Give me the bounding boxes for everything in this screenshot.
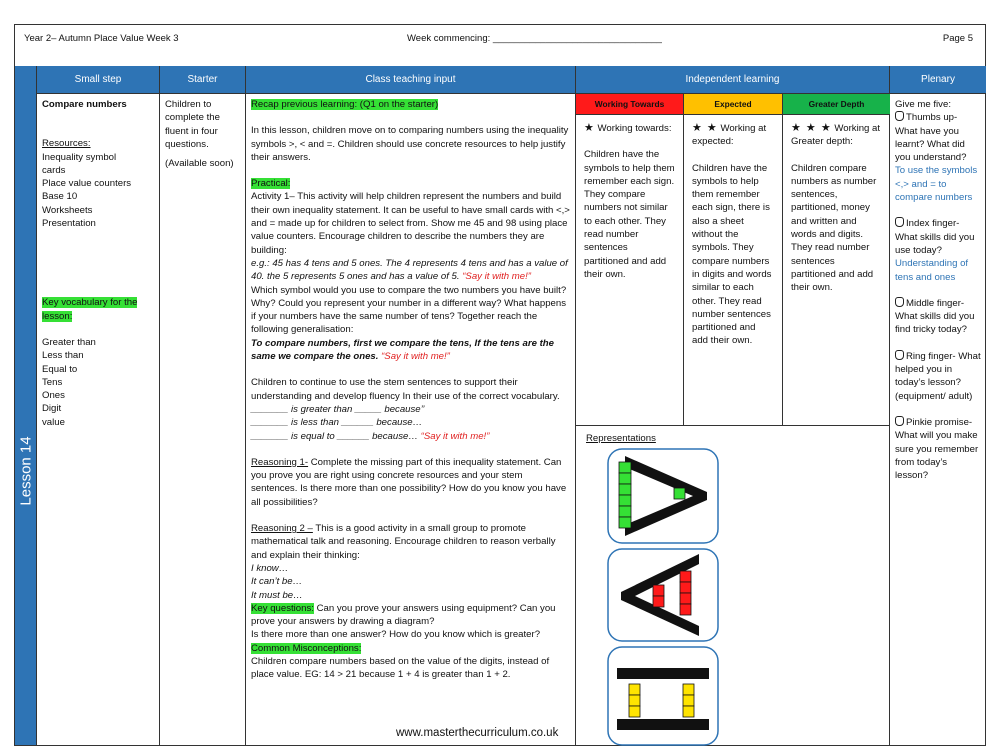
- stem-sentence: _______ is less than ______ because…: [251, 417, 423, 429]
- lesson-label: Lesson 14: [17, 436, 35, 506]
- stem-sentence: _______ is greater than _____ because’’: [251, 403, 425, 415]
- plenary-column: Plenary Give me five: Thumbs up- What ha…: [890, 66, 986, 745]
- say-it-prompt: “Say it with me!”: [462, 271, 531, 283]
- activity-text: Activity 1– This activity will help chil…: [251, 191, 570, 256]
- questions-text: Which symbol would you use to compare th…: [251, 284, 567, 336]
- key-questions-label: Key questions:: [251, 602, 314, 614]
- star-icon: ★ ★: [692, 122, 718, 134]
- middle-question: Middle finger- What skills did you find …: [895, 297, 975, 336]
- resource-item: cards: [42, 164, 66, 176]
- independent-column: Independent learning Working Towards Exp…: [576, 66, 890, 746]
- lesson-band: Lesson 14: [15, 66, 37, 745]
- working-towards-cell: ★ Working towards: Children have the sym…: [576, 115, 684, 425]
- resource-item: Base 10: [42, 191, 78, 203]
- resources-heading: Resources:: [42, 138, 91, 150]
- thumb-answer: To use the symbols <,> and = to compare …: [895, 165, 978, 204]
- index-answer: Understanding of tens and ones: [895, 258, 969, 283]
- resource-item: Place value counters: [42, 178, 132, 190]
- less-than-representation: [607, 548, 719, 642]
- small-step-column: Small step Compare numbers Resources: In…: [37, 66, 160, 745]
- independent-header: Independent learning: [576, 66, 889, 94]
- expected-header: Expected: [684, 94, 783, 115]
- pinkie-icon: [895, 415, 904, 426]
- starter-column: Starter Children to complete the fluent …: [160, 66, 246, 745]
- lesson-plan-page: Year 2– Autumn Place Value Week 3 Week c…: [14, 24, 986, 746]
- key-questions-text: Is there more than one answer? How do yo…: [251, 629, 541, 641]
- teaching-header: Class teaching input: [246, 66, 575, 94]
- plenary-header: Plenary: [890, 66, 986, 94]
- reasoning-2-label: Reasoning 2 –: [251, 523, 313, 535]
- vocab-item: Greater than: [42, 336, 96, 348]
- starter-note: (Available soon): [165, 158, 234, 170]
- vocab-item: Digit: [42, 403, 62, 415]
- recap-label: Recap previous learning: (Q1 on the star…: [251, 99, 439, 110]
- ring-finger-icon: [895, 349, 904, 360]
- small-step-header: Small step: [37, 66, 159, 94]
- intro-text: In this lesson, children move on to comp…: [251, 125, 569, 163]
- footer-url: www.masterthecurriculum.co.uk: [396, 727, 559, 739]
- equal-to-representation: [607, 646, 719, 746]
- working-towards-header: Working Towards: [576, 94, 684, 115]
- say-it-prompt: “Say it with me!”: [420, 430, 490, 442]
- expected-cell: ★ ★ Working at expected: Children have t…: [684, 115, 783, 425]
- expected-text: Children have the symbols to help them r…: [692, 162, 772, 347]
- working-towards-heading: Working towards:: [597, 123, 672, 134]
- thumb-question: Thumbs up- What have you learnt? What di…: [895, 112, 967, 164]
- representations-heading: Representations: [586, 433, 656, 444]
- vocab-heading: Key vocabulary for the lesson:: [42, 297, 138, 322]
- sentence-starter: I know…: [251, 562, 289, 574]
- greater-than-representation: [607, 448, 719, 544]
- page-number: Page 5: [942, 33, 973, 44]
- index-finger-icon: [895, 217, 904, 228]
- vocab-item: Ones: [42, 390, 65, 402]
- resource-item: Worksheets: [42, 204, 93, 216]
- stem-sentence: _______ is equal to ______ because…: [251, 430, 418, 442]
- ring-question: Ring finger- What helped you in today’s …: [895, 350, 981, 402]
- step-title: Compare numbers: [42, 99, 127, 110]
- vocab-item: Less than: [42, 350, 84, 362]
- pinkie-question: Pinkie promise- What will you make sure …: [895, 416, 979, 482]
- star-icon: ★: [584, 122, 595, 134]
- greater-depth-header: Greater Depth: [783, 94, 890, 115]
- greater-depth-cell: ★ ★ ★ Working at Greater depth: Children…: [783, 115, 890, 425]
- resource-item: Presentation: [42, 218, 96, 230]
- say-it-prompt: “Say it with me!”: [381, 351, 450, 363]
- week-commencing: Week commencing: _______________________…: [407, 33, 662, 44]
- misconceptions-label: Common Misconceptions:: [251, 642, 362, 654]
- thumb-icon: [895, 111, 904, 122]
- greater-depth-text: Children compare numbers as number sente…: [791, 162, 877, 294]
- starter-header: Starter: [160, 66, 245, 94]
- teaching-column: Class teaching input Recap previous lear…: [246, 66, 576, 745]
- vocab-item: Tens: [42, 376, 63, 388]
- stem-intro: Children to continue to use the stem sen…: [251, 377, 560, 402]
- starter-text: Children to complete the fluent in four …: [165, 99, 220, 150]
- resource-item: Inequality symbol: [42, 151, 117, 163]
- representations-divider: [576, 425, 889, 426]
- page-title: Year 2– Autumn Place Value Week 3: [24, 33, 179, 44]
- misconceptions-text: Children compare numbers based on the va…: [251, 655, 550, 681]
- star-icon: ★ ★ ★: [791, 122, 832, 134]
- sentence-starter: It must be…: [251, 589, 303, 601]
- vocab-item: Equal to: [42, 363, 78, 375]
- working-towards-text: Children have the symbols to help them r…: [584, 149, 675, 280]
- index-question: Index finger- What skills did you use to…: [895, 218, 975, 256]
- plenary-intro: Give me five:: [895, 99, 951, 110]
- middle-finger-icon: [895, 296, 904, 307]
- reasoning-1-label: Reasoning 1-: [251, 456, 309, 468]
- practical-label: Practical:: [251, 178, 291, 190]
- vocab-item: value: [42, 416, 65, 428]
- sentence-starter: It can’t be…: [251, 576, 303, 588]
